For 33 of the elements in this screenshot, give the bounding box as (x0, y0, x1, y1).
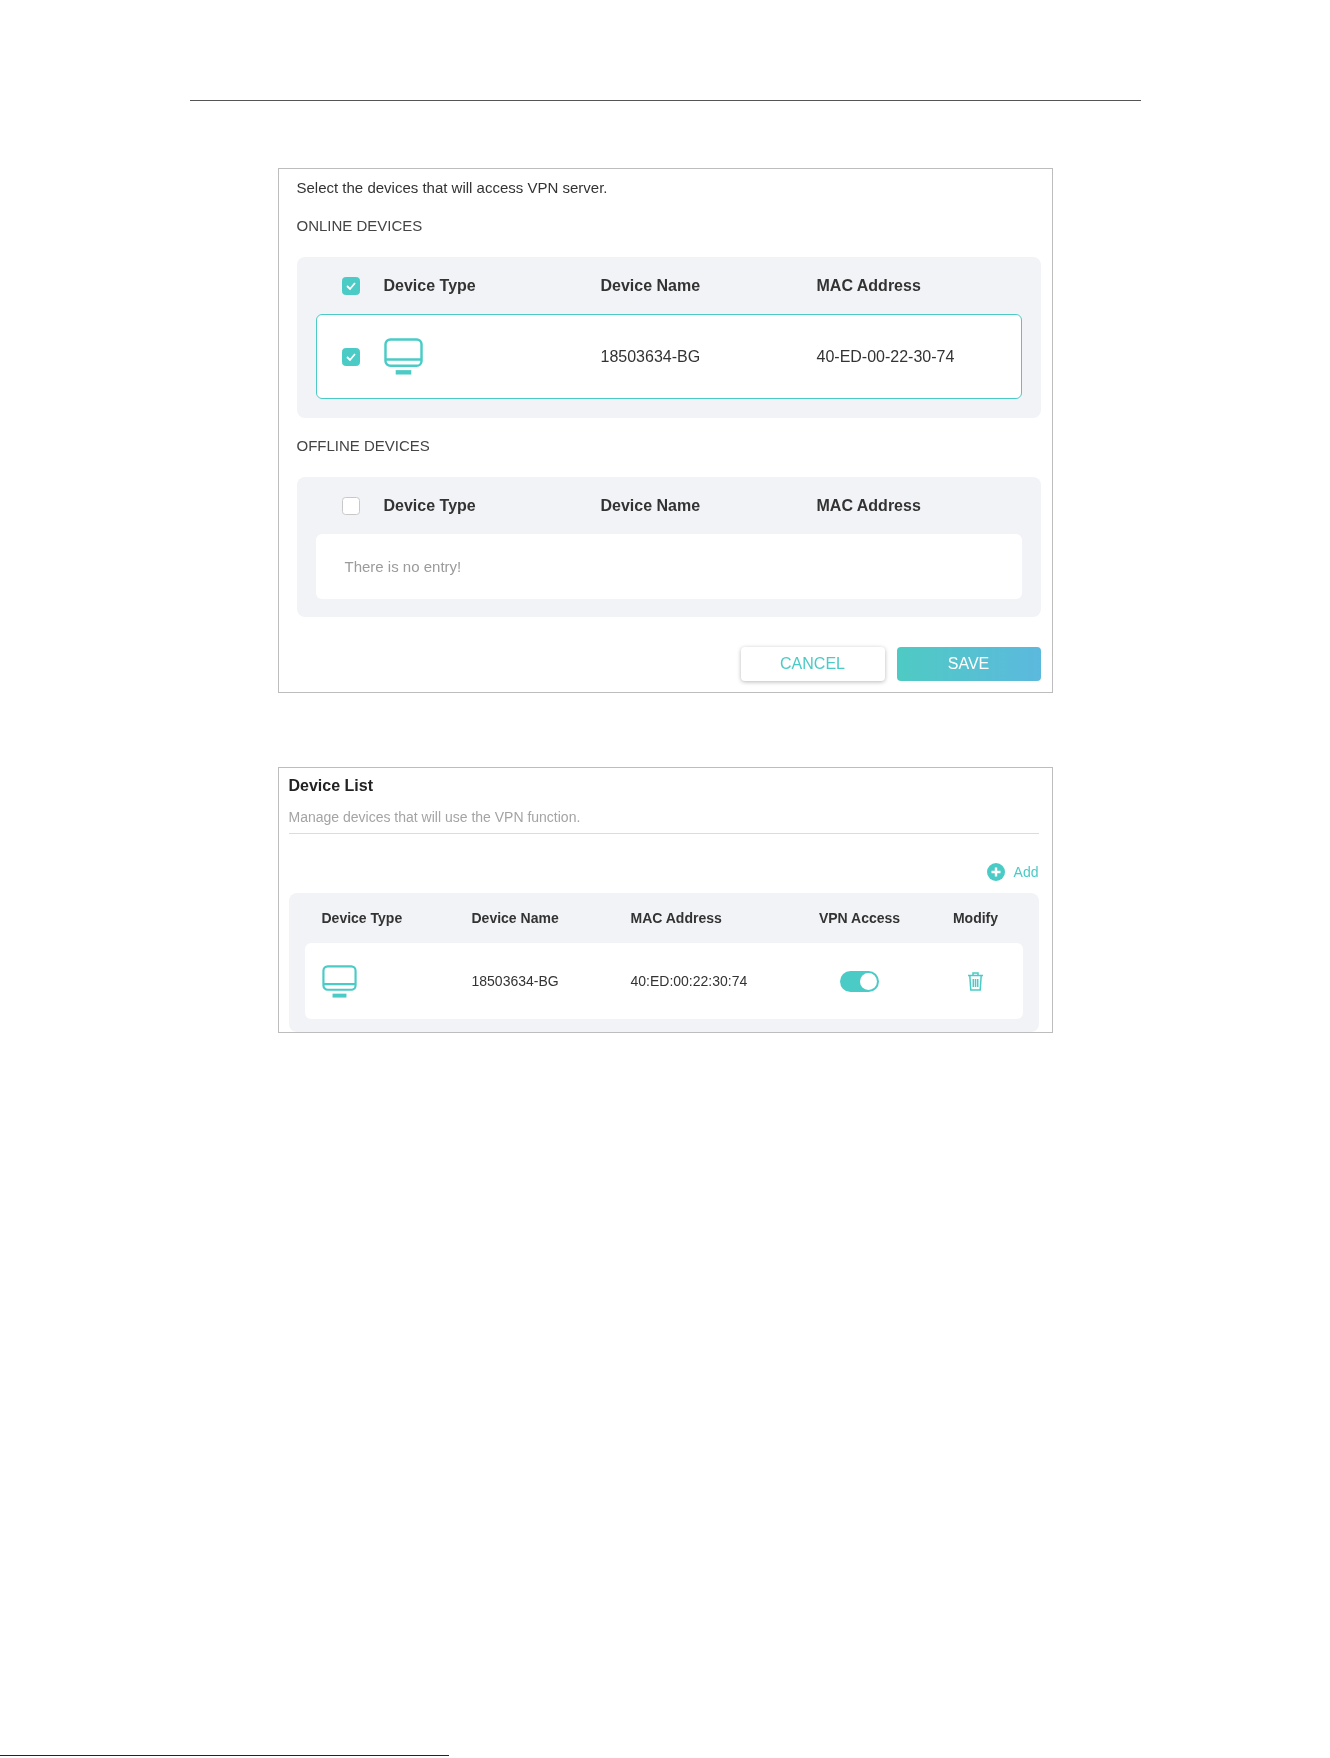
add-button[interactable]: Add (986, 862, 1039, 882)
column-header: Device Type (383, 496, 476, 515)
table-cell-text: 40-ED-00-22-30-74 (816, 347, 956, 366)
column-header: Device Name (600, 276, 701, 295)
row-checkbox[interactable] (341, 347, 360, 366)
table-row[interactable]: 18503634-BG 40-ED-00-22-30-74 (315, 314, 1022, 399)
save-button[interactable]: SAVE (896, 647, 1041, 681)
column-header: MAC Address (816, 276, 921, 295)
select-all-checkbox[interactable] (341, 496, 360, 515)
column-header: Device Name (471, 910, 559, 926)
select-all-checkbox[interactable] (341, 276, 360, 295)
trash-icon[interactable] (967, 971, 984, 991)
section-title: ONLINE DEVICES (296, 216, 423, 236)
table-cell-text: 18503634-BG (600, 347, 702, 366)
panel-title: Device List (288, 776, 373, 796)
vpn-access-toggle[interactable] (840, 970, 879, 992)
monitor-icon (383, 338, 423, 375)
instruction-text: Select the devices that will access VPN server. (296, 178, 608, 198)
column-header: Device Name (600, 496, 701, 515)
table-cell-text: 18503634-BG (471, 973, 560, 989)
section-title: OFFLINE DEVICES (296, 436, 430, 456)
column-header: MAC Address (816, 496, 921, 515)
plus-icon (986, 863, 1005, 881)
column-header: Device Type (383, 276, 476, 295)
column-header: Modify (952, 910, 999, 926)
cancel-button[interactable]: CANCEL (740, 647, 885, 681)
empty-message: There is no entry! (344, 558, 462, 575)
monitor-icon (321, 964, 357, 998)
column-header: MAC Address (630, 910, 722, 926)
column-header: Device Type (321, 910, 403, 926)
table-cell-text: 40:ED:00:22:30:74 (630, 973, 749, 989)
column-header: VPN Access (818, 910, 901, 926)
panel-subtitle: Manage devices that will use the VPN function. (288, 808, 581, 827)
